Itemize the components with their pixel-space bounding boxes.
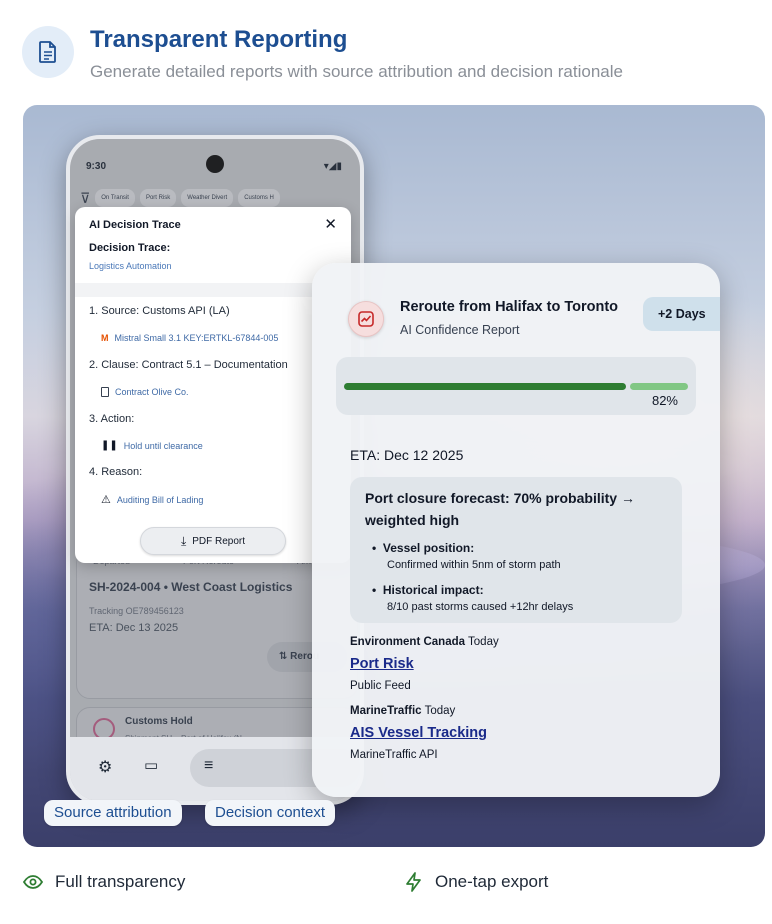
trace-step: 3. Action: <box>89 413 135 425</box>
bullet-detail: Confirmed within 5nm of storm path <box>387 559 561 571</box>
source-header: MarineTraffic Today <box>350 705 456 717</box>
confidence-progress: 82% <box>336 357 696 415</box>
feature-label: Full transparency <box>55 872 186 891</box>
forecast-text: Port closure forecast: 70% probability →… <box>365 490 635 528</box>
detail-text: Auditing Bill of Lading <box>116 494 204 505</box>
download-icon: ⤓ <box>180 533 187 548</box>
delay-badge: +2 Days <box>643 297 720 331</box>
source-link-ais-tracking[interactable]: AIS Vessel Tracking <box>350 725 487 741</box>
mistral-logo-icon: M <box>101 333 109 343</box>
page-title: Transparent Reporting <box>90 26 348 53</box>
trace-step-detail: Contract Olive Co. <box>101 387 189 397</box>
report-eta: ETA: Dec 12 2025 <box>350 447 464 463</box>
source-feed: MarineTraffic API <box>350 749 438 761</box>
pdf-report-button[interactable]: ⤓ PDF Report <box>140 527 286 555</box>
detail-text: Contract Olive Co. <box>115 387 189 397</box>
dialog-title: AI Decision Trace <box>89 219 181 231</box>
source-header: Environment Canada Today <box>350 636 499 648</box>
trace-step-detail: ❚❚ Hold until clearance <box>101 440 203 451</box>
progress-remainder <box>630 383 688 390</box>
bullet-title: • Vessel position: <box>372 541 475 555</box>
detail-text: Hold until clearance <box>123 440 203 451</box>
document-icon <box>22 26 74 78</box>
gear-icon[interactable]: ⚙ <box>98 757 112 777</box>
confidence-value: 82% <box>651 393 678 408</box>
report-title: Reroute from Halifax to Toronto <box>400 299 619 315</box>
source-feed: Public Feed <box>350 680 411 692</box>
trace-heading: Decision Trace: <box>89 242 171 254</box>
trend-chart-icon <box>348 301 384 337</box>
progress-fill <box>344 383 626 390</box>
menu-icon: ≡ <box>204 757 214 774</box>
source-link-port-risk[interactable]: Port Risk <box>350 656 414 672</box>
file-icon <box>101 387 109 397</box>
decision-trace-dialog: AI Decision Trace ✕ Decision Trace: Logi… <box>75 207 351 563</box>
eye-icon <box>23 875 43 889</box>
detail-text: Mistral Small 3.1 KEY:ERTKL-67844-005 <box>114 333 279 343</box>
bullet-detail: 8/10 past storms caused +12hr delays <box>387 601 574 613</box>
feature-full-transparency: Full transparency <box>23 872 185 892</box>
trace-step-detail: ⚠ Auditing Bill of Lading <box>101 493 203 506</box>
close-icon[interactable]: ✕ <box>324 215 337 233</box>
trace-org: Logistics Automation <box>89 261 172 271</box>
trace-step: 2. Clause: Contract 5.1 – Documentation <box>89 359 288 371</box>
chat-icon[interactable]: ▭ <box>144 756 158 774</box>
confidence-report-card: Reroute from Halifax to Toronto AI Confi… <box>312 263 720 797</box>
report-subtitle: AI Confidence Report <box>400 323 520 337</box>
warning-icon: ⚠ <box>101 494 111 506</box>
divider <box>75 283 351 297</box>
trace-step: 4. Reason: <box>89 466 143 478</box>
chip-source-attribution: Source attribution <box>44 800 182 826</box>
trace-step-detail: M Mistral Small 3.1 KEY:ERTKL-67844-005 <box>101 333 278 343</box>
feature-label: One-tap export <box>435 872 549 891</box>
hero-image: 9:30 ▾◢▮ ⊽ On Transit Port Risk Weather … <box>23 105 765 847</box>
lightning-icon <box>406 872 421 892</box>
page-subtitle: Generate detailed reports with source at… <box>90 62 623 81</box>
forecast-box: Port closure forecast: 70% probability →… <box>350 477 682 623</box>
pause-icon: ❚❚ <box>101 440 118 451</box>
feature-one-tap-export: One-tap export <box>405 872 548 892</box>
trace-step: 1. Source: Customs API (LA) <box>89 305 230 317</box>
bullet-title: • Historical impact: <box>372 583 484 597</box>
chip-decision-context: Decision context <box>205 800 336 826</box>
button-label: PDF Report <box>192 535 246 547</box>
